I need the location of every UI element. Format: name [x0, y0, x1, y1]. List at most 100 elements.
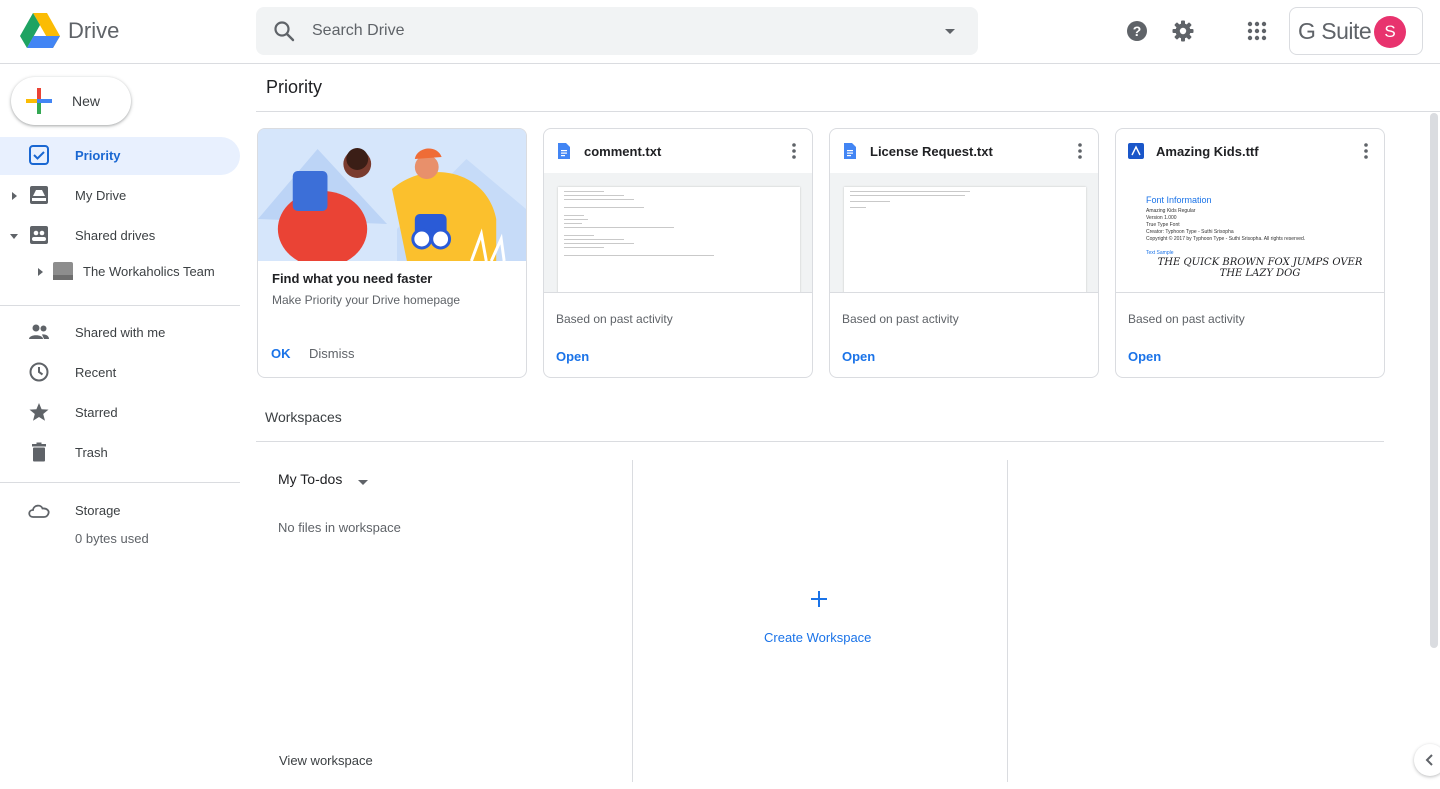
more-vert-icon[interactable] [1070, 141, 1090, 161]
file-card[interactable]: License Request.txt Based on past activi… [829, 128, 1099, 378]
file-name[interactable]: Amazing Kids.ttf [1156, 144, 1259, 159]
sidebar-item-label: Starred [75, 405, 118, 420]
file-reason: Based on past activity [842, 312, 959, 326]
open-file-button[interactable]: Open [556, 349, 589, 364]
column-divider [1007, 460, 1008, 782]
my-drive-icon [30, 186, 48, 204]
clock-icon [29, 362, 49, 382]
workspaces-divider [256, 441, 1384, 442]
new-button-label: New [72, 93, 101, 109]
workspaces-heading: Workspaces [265, 409, 342, 425]
column-divider [632, 460, 633, 782]
create-workspace-button[interactable]: Create Workspace [764, 630, 871, 645]
sidebar-item-trash[interactable]: Trash [0, 434, 240, 472]
account-switcher[interactable]: G Suite S [1289, 7, 1423, 55]
team-drive-icon [53, 262, 73, 280]
sidebar-item-priority[interactable]: Priority [0, 137, 240, 175]
sidebar-divider [0, 482, 240, 483]
font-info-line: Amazing Kids Regular [1146, 208, 1196, 214]
font-info-line: Creator: Typhoon Type - Suthi Srisopha [1146, 229, 1234, 235]
expand-caret-icon[interactable] [8, 190, 20, 202]
document-thumbnail [558, 187, 800, 292]
search-options-dropdown-icon[interactable] [938, 19, 962, 43]
open-file-button[interactable]: Open [1128, 349, 1161, 364]
sidebar-item-label: Recent [75, 365, 117, 380]
more-vert-icon[interactable] [784, 141, 804, 161]
sidebar-divider [0, 305, 240, 306]
open-file-button[interactable]: Open [842, 349, 875, 364]
file-card-header: License Request.txt [830, 129, 1098, 173]
font-info-line: Copyright © 2017 by Typhoon Type - Suthi… [1146, 236, 1306, 242]
promo-title: Find what you need faster [272, 271, 433, 286]
chevron-down-icon[interactable] [356, 475, 370, 489]
sidebar-item-label: Priority [75, 148, 121, 163]
font-sample-label: Text Sample [1146, 250, 1174, 256]
star-icon [29, 403, 49, 421]
font-info-line: Version 1.000 [1146, 215, 1177, 221]
shared-drives-icon [30, 226, 48, 244]
help-icon[interactable]: ? [1125, 19, 1149, 43]
settings-gear-icon[interactable] [1171, 19, 1195, 43]
expand-caret-icon[interactable] [34, 266, 46, 278]
file-preview[interactable] [830, 173, 1098, 293]
file-preview[interactable]: Font Information Amazing Kids Regular Ve… [1116, 173, 1384, 293]
sidebar-item-shared-with-me[interactable]: Shared with me [0, 314, 240, 352]
sidebar-item-recent[interactable]: Recent [0, 354, 240, 392]
view-workspace-link[interactable]: View workspace [279, 753, 373, 768]
document-thumbnail [844, 187, 1086, 292]
collapse-caret-icon[interactable] [8, 230, 20, 242]
promo-illustration [258, 129, 526, 261]
avatar[interactable]: S [1374, 16, 1406, 48]
sidebar-item-label: Storage [75, 503, 121, 518]
file-reason: Based on past activity [1128, 312, 1245, 326]
search-input[interactable] [312, 7, 912, 55]
file-name[interactable]: comment.txt [584, 144, 661, 159]
drive-logo-icon[interactable] [20, 13, 60, 49]
doc-icon [558, 143, 570, 159]
sidebar-item-label: Shared with me [75, 325, 166, 340]
more-vert-icon[interactable] [1356, 141, 1376, 161]
new-button[interactable]: New [11, 77, 131, 125]
sidebar-item-storage[interactable]: Storage [0, 492, 240, 530]
empty-workspace-text: No files in workspace [278, 520, 401, 535]
sidebar-item-the-workaholics-team[interactable]: The Workaholics Team [0, 253, 240, 291]
file-card-header: Amazing Kids.ttf [1116, 129, 1384, 173]
sidebar-item-label: Trash [75, 445, 108, 460]
multicolor-plus-icon [26, 88, 52, 114]
workspace-selector[interactable]: My To-dos [278, 471, 342, 487]
title-divider [256, 111, 1440, 112]
chevron-left-icon [1425, 754, 1433, 766]
storage-used-text: 0 bytes used [75, 531, 149, 546]
promo-dismiss-button[interactable]: Dismiss [309, 346, 355, 361]
file-card-header: comment.txt [544, 129, 812, 173]
file-name[interactable]: License Request.txt [870, 144, 993, 159]
sidebar-item-my-drive[interactable]: My Drive [0, 177, 240, 215]
file-card[interactable]: comment.txt Based on past activity Open [543, 128, 813, 378]
file-card[interactable]: Amazing Kids.ttf Font Information Amazin… [1115, 128, 1385, 378]
sidebar-item-starred[interactable]: Starred [0, 394, 240, 432]
top-bar: Drive ? G Suite S [0, 0, 1440, 64]
doc-icon [844, 143, 856, 159]
sidebar-item-label: Shared drives [75, 228, 156, 243]
font-sample-text: THE QUICK BROWN FOX JUMPS OVER THE LAZY … [1157, 257, 1363, 279]
search-icon[interactable] [272, 19, 296, 43]
file-preview[interactable] [544, 173, 812, 293]
font-info-heading: Font Information [1146, 195, 1212, 205]
page-title: Priority [266, 77, 323, 97]
sidebar-item-label: My Drive [75, 188, 127, 203]
priority-check-icon [29, 145, 49, 165]
search-bar[interactable] [256, 7, 978, 55]
trash-icon [32, 442, 46, 462]
font-thumbnail: Font Information Amazing Kids Regular Ve… [1116, 173, 1384, 292]
promo-ok-button[interactable]: OK [271, 346, 291, 361]
promo-subtitle: Make Priority your Drive homepage [272, 293, 461, 307]
sidebar-item-label: The Workaholics Team [83, 264, 215, 279]
font-info-line: True Type Font [1146, 222, 1180, 228]
sidebar-item-shared-drives[interactable]: Shared drives [0, 217, 240, 255]
apps-grid-icon[interactable] [1245, 19, 1269, 43]
add-icon[interactable] [809, 589, 829, 609]
app-brand[interactable]: Drive [68, 18, 119, 44]
vertical-scrollbar[interactable] [1430, 113, 1438, 648]
side-panel-toggle[interactable] [1414, 744, 1440, 776]
people-icon [29, 324, 49, 339]
